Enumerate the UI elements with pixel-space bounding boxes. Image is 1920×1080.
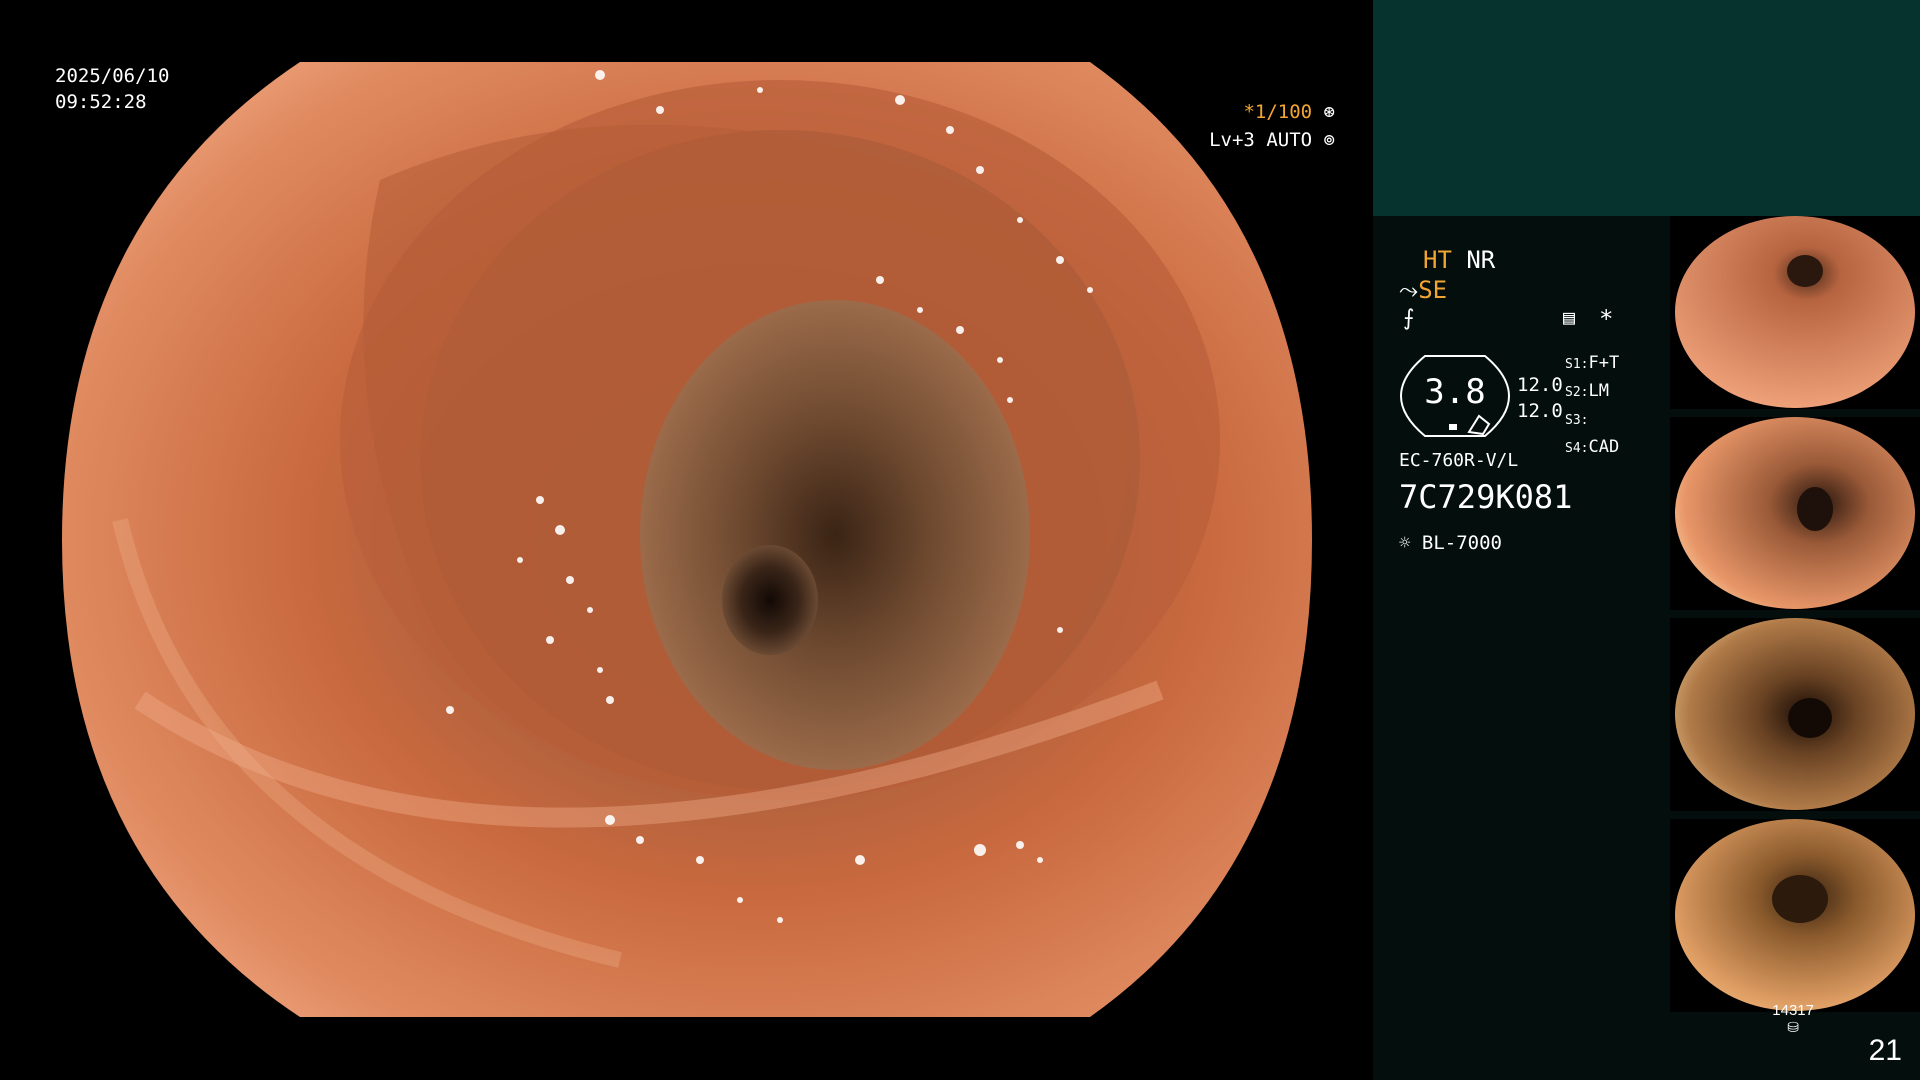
setting-s4: S4:CAD: [1565, 437, 1620, 457]
status-sidebar: HT NR ⤳SE ⨍ ▤ * 3.8 12.0 12.0 S1:F+T S2:…: [1373, 0, 1920, 1080]
light-source-row: ☼ BL-7000: [1399, 532, 1502, 554]
value-1: 12.0: [1517, 374, 1563, 396]
scope-serial: 7C729K081: [1399, 478, 1573, 516]
lamp-icon: ☼: [1399, 532, 1411, 554]
menu-icon: ▤: [1563, 305, 1576, 329]
time-text: 09:52:28: [55, 91, 147, 113]
thumbnail-4[interactable]: [1670, 819, 1920, 1012]
enhancement-row: HT NR: [1423, 246, 1495, 274]
structure-icon: ⤳: [1399, 276, 1419, 304]
mode-label: AUTO: [1266, 129, 1313, 151]
endoscope-image: [62, 62, 1312, 1017]
setting-s2: S2:LM: [1565, 381, 1609, 401]
shutter-speed: *1/100: [1243, 101, 1313, 123]
ht-label: HT: [1423, 246, 1452, 274]
auto-icon: ⊚: [1323, 129, 1335, 151]
captured-thumbnails: [1670, 216, 1920, 1020]
value-2: 12.0: [1517, 400, 1563, 422]
aperture-icon: ⊛: [1323, 101, 1335, 123]
zoom-value: 3.8: [1424, 372, 1486, 412]
color-mode-icon: ⨍: [1403, 306, 1415, 331]
se-label: SE: [1418, 276, 1448, 304]
nr-label: NR: [1466, 246, 1496, 274]
structure-row: ⤳SE: [1399, 276, 1447, 304]
image-count: 21: [1868, 1034, 1902, 1067]
values-column: 12.0 12.0: [1517, 372, 1563, 424]
main-endoscope-view: 2025/06/10 09:52:28 *1/100 ⊛ Lv+3 AUTO ⊚: [0, 0, 1373, 1080]
level-label: Lv+3: [1209, 129, 1255, 151]
settings-list: S1:F+T S2:LM S3: S4:CAD: [1565, 350, 1619, 462]
sidebar-top-band: [1373, 0, 1920, 216]
thumbnail-1[interactable]: [1670, 216, 1920, 409]
date-text: 2025/06/10: [55, 65, 170, 87]
date-time-readout: 2025/06/10 09:52:28: [55, 63, 169, 115]
setting-s3: S3:: [1565, 413, 1589, 428]
scope-model: EC-760R-V/L: [1399, 450, 1519, 471]
exposure-readout: *1/100 ⊛ Lv+3 AUTO ⊚: [1209, 98, 1335, 154]
storage-count: 14317: [1772, 1002, 1814, 1019]
storage-readout: 14317 ⛁: [1772, 1002, 1814, 1036]
thumbnail-2[interactable]: [1670, 417, 1920, 610]
asterisk-icon: *: [1599, 305, 1614, 333]
thumbnail-3[interactable]: [1670, 618, 1920, 811]
light-source: BL-7000: [1421, 532, 1502, 554]
setting-s1: S1:F+T: [1565, 353, 1620, 373]
storage-icon: ⛁: [1787, 1019, 1799, 1035]
